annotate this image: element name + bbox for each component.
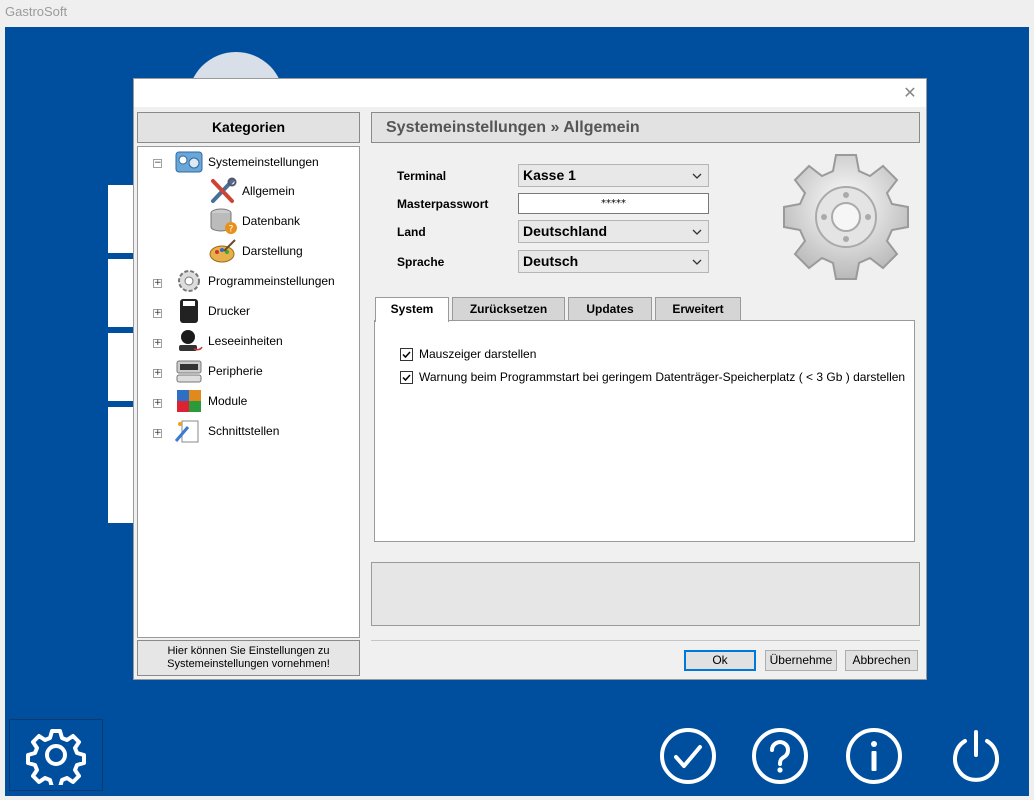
tree-item-darstellung[interactable]: Darstellung — [208, 238, 303, 264]
category-hint: Hier können Sie Einstellungen zu Systeme… — [137, 640, 360, 676]
info-button[interactable] — [845, 727, 903, 785]
printer-icon — [180, 299, 198, 323]
puzzle-icon — [177, 390, 201, 412]
checkmark-icon — [660, 728, 716, 784]
section-title: Systemeinstellungen » Allgemein — [371, 112, 920, 143]
checkbox[interactable] — [400, 370, 413, 384]
help-icon — [752, 728, 808, 784]
option-label: Warnung beim Programmstart bei geringem … — [419, 370, 906, 384]
settings-gear-icon — [26, 729, 86, 785]
tree-item-label: Schnittstellen — [208, 424, 280, 438]
tab-system[interactable]: System — [375, 297, 449, 322]
palette-icon — [209, 239, 236, 263]
tree-item-allgemein[interactable]: Allgemein — [208, 177, 295, 204]
tree-item-label: Peripherie — [208, 364, 263, 378]
info-panel — [371, 562, 920, 626]
option-mauszeiger[interactable]: Mauszeiger darstellen — [400, 347, 536, 361]
settings-dialog: ✕ Kategorien − Systemeinstellungen Allge… — [133, 78, 927, 680]
chevron-down-icon — [692, 259, 702, 265]
database-icon: ? — [210, 208, 237, 235]
cancel-button[interactable]: Abbrechen — [845, 650, 918, 671]
tools-icon — [211, 177, 237, 203]
chevron-down-icon — [692, 229, 702, 235]
tree-item-leseeinheiten[interactable]: Leseeinheiten — [174, 328, 283, 354]
expand-icon[interactable]: + — [153, 429, 162, 438]
terminal-value: Kasse 1 — [523, 167, 576, 183]
option-speicherwarnung[interactable]: Warnung beim Programmstart bei geringem … — [400, 370, 905, 384]
category-hint-line: Systemeinstellungen vornehmen! — [167, 658, 330, 670]
tree-item-label: Drucker — [208, 304, 251, 318]
option-label: Mauszeiger darstellen — [419, 347, 537, 361]
app-title: GastroSoft — [5, 4, 68, 19]
terminal-select[interactable]: Kasse 1 — [518, 164, 709, 187]
expand-icon[interactable]: + — [153, 369, 162, 378]
tree-item-peripherie[interactable]: Peripherie — [174, 358, 263, 384]
land-label: Land — [397, 225, 426, 239]
sprache-value: Deutsch — [523, 253, 579, 269]
close-icon[interactable]: ✕ — [900, 83, 920, 103]
tree-item-label: Darstellung — [242, 244, 303, 258]
expand-icon[interactable]: + — [153, 339, 162, 348]
system-settings-icon — [175, 151, 203, 173]
masterpasswort-label: Masterpasswort — [397, 197, 489, 211]
tree-item-drucker[interactable]: Drucker — [174, 298, 250, 324]
help-button[interactable] — [751, 727, 809, 785]
cogs-icon — [178, 270, 200, 292]
tab-updates[interactable]: Updates — [568, 297, 652, 321]
gear-icon — [783, 154, 909, 280]
confirm-button[interactable] — [659, 727, 717, 785]
checkbox[interactable] — [400, 347, 413, 361]
apply-button[interactable]: Übernehme — [765, 650, 837, 671]
collapse-icon[interactable]: − — [153, 159, 162, 168]
expand-icon[interactable]: + — [153, 309, 162, 318]
sprache-label: Sprache — [397, 255, 445, 269]
tab-panel-system: Mauszeiger darstellen Warnung beim Progr… — [374, 320, 915, 542]
tree-item-label: Allgemein — [242, 184, 295, 198]
interface-icon — [174, 420, 199, 443]
checkmark-icon — [402, 350, 411, 358]
tree-item-label: Datenbank — [242, 214, 301, 228]
category-tree: − Systemeinstellungen Allgemein ? Datenb… — [137, 146, 360, 638]
peripheral-icon — [176, 360, 202, 383]
divider — [371, 640, 920, 641]
terminal-label: Terminal — [397, 169, 447, 183]
info-icon — [846, 728, 902, 784]
settings-launcher-button[interactable] — [9, 719, 103, 791]
masterpasswort-field[interactable]: ***** — [518, 193, 709, 214]
tree-item-datenbank[interactable]: ? Datenbank — [208, 208, 301, 235]
tree-item-module[interactable]: Module — [174, 388, 247, 414]
tree-item-systemeinstellungen[interactable]: Systemeinstellungen — [174, 147, 319, 177]
ok-button[interactable]: Ok — [684, 650, 756, 671]
land-value: Deutschland — [523, 223, 608, 239]
land-select[interactable]: Deutschland — [518, 220, 709, 243]
chevron-down-icon — [692, 173, 702, 179]
tree-item-schnittstellen[interactable]: Schnittstellen — [174, 418, 279, 444]
power-button[interactable] — [947, 727, 1005, 785]
tree-item-label: Systemeinstellungen — [208, 155, 319, 169]
power-icon — [953, 730, 999, 782]
expand-icon[interactable]: + — [153, 399, 162, 408]
tab-zuruecksetzen[interactable]: Zurücksetzen — [452, 297, 565, 321]
category-hint-line: Hier können Sie Einstellungen zu — [167, 645, 330, 657]
tree-item-label: Programmeinstellungen — [208, 274, 335, 288]
sprache-select[interactable]: Deutsch — [518, 250, 709, 273]
tab-erweitert[interactable]: Erweitert — [655, 297, 741, 321]
reader-icon — [179, 330, 203, 351]
svg-text:?: ? — [229, 225, 234, 235]
tree-item-label: Leseeinheiten — [208, 334, 283, 348]
categories-header: Kategorien — [137, 112, 360, 143]
dialog-titlebar: ✕ — [134, 79, 926, 107]
checkmark-icon — [402, 373, 411, 381]
tree-item-label: Module — [208, 394, 248, 408]
tree-item-programmeinstellungen[interactable]: Programmeinstellungen — [174, 268, 335, 294]
expand-icon[interactable]: + — [153, 279, 162, 288]
